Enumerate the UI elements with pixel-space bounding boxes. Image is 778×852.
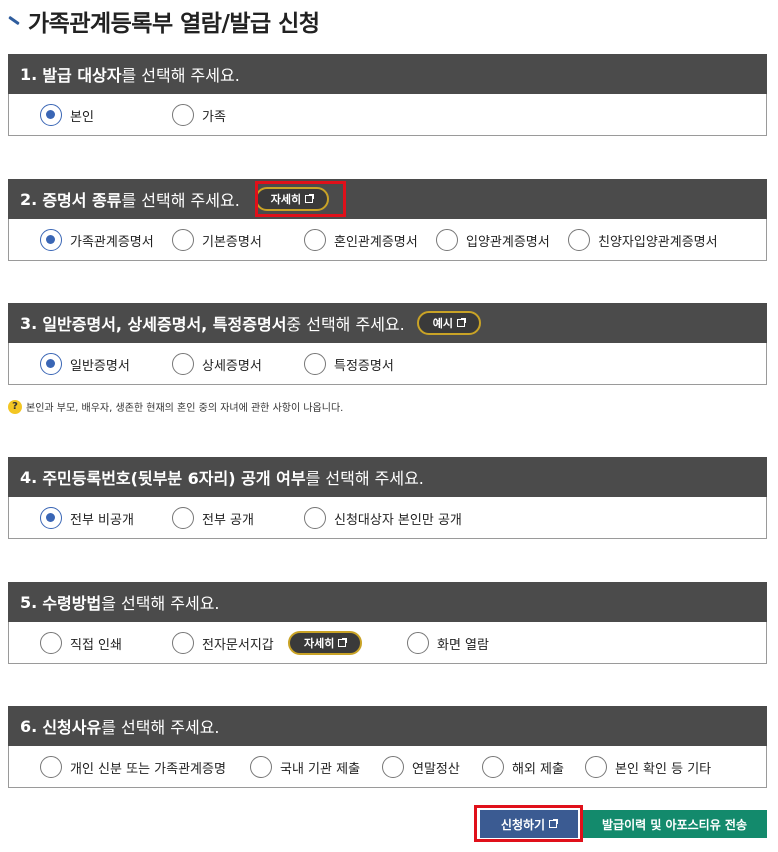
radio-unchecked-icon[interactable] bbox=[250, 756, 272, 778]
section-rrn-disclosure: 4. 주민등록번호(뒷부분 6자리) 공개 여부 를 선택해 주세요. 전부 비공… bbox=[8, 457, 767, 539]
external-link-icon bbox=[338, 638, 348, 647]
radio-checked-icon[interactable] bbox=[40, 507, 62, 529]
external-link-icon bbox=[456, 318, 466, 327]
detail-button[interactable]: 자세히 bbox=[288, 631, 363, 655]
title-bullet-icon bbox=[6, 13, 22, 29]
radio-unchecked-icon[interactable] bbox=[304, 229, 326, 251]
radio-unchecked-icon[interactable] bbox=[172, 229, 194, 251]
radio-general-cert[interactable]: 일반증명서 bbox=[40, 352, 130, 376]
radio-unchecked-icon[interactable] bbox=[172, 353, 194, 375]
radio-unchecked-icon[interactable] bbox=[585, 756, 607, 778]
external-link-icon bbox=[305, 194, 315, 203]
radio-marriage-cert[interactable]: 혼인관계증명서 bbox=[304, 228, 418, 252]
radio-unchecked-icon[interactable] bbox=[40, 632, 62, 654]
section-options: 본인 가족 bbox=[8, 94, 767, 136]
radio-unchecked-icon[interactable] bbox=[172, 632, 194, 654]
radio-family-cert[interactable]: 가족관계증명서 bbox=[40, 228, 154, 252]
radio-checked-icon[interactable] bbox=[40, 353, 62, 375]
radio-self[interactable]: 본인 bbox=[40, 103, 94, 127]
section-heading: 4. 주민등록번호(뒷부분 6자리) 공개 여부 를 선택해 주세요. bbox=[8, 457, 767, 497]
section-heading: 5. 수령방법 을 선택해 주세요. bbox=[8, 582, 767, 622]
radio-checked-icon[interactable] bbox=[40, 229, 62, 251]
section-options: 개인 신분 또는 가족관계증명 국내 기관 제출 연말정산 해외 제출 본인 확… bbox=[8, 746, 767, 788]
apply-button[interactable]: 신청하기 bbox=[480, 810, 578, 838]
page-title: 가족관계등록부 열람/발급 신청 bbox=[28, 11, 320, 37]
radio-year-end-tax[interactable]: 연말정산 bbox=[382, 755, 460, 779]
radio-overseas-submit[interactable]: 해외 제출 bbox=[482, 755, 564, 779]
radio-domestic-submit[interactable]: 국내 기관 제출 bbox=[250, 755, 360, 779]
radio-full-adoption-cert[interactable]: 친양자입양관계증명서 bbox=[568, 228, 718, 252]
radio-detailed-cert[interactable]: 상세증명서 bbox=[172, 352, 262, 376]
radio-basic-cert[interactable]: 기본증명서 bbox=[172, 228, 262, 252]
radio-unchecked-icon[interactable] bbox=[172, 507, 194, 529]
radio-unchecked-icon[interactable] bbox=[568, 229, 590, 251]
section-cert-type: 2. 증명서 종류 를 선택해 주세요. 자세히 가족관계증명서 기본증명서 혼인… bbox=[8, 179, 767, 261]
section-target: 1. 발급 대상자 를 선택해 주세요. 본인 가족 bbox=[8, 54, 767, 136]
radio-unchecked-icon[interactable] bbox=[172, 104, 194, 126]
radio-all-hidden[interactable]: 전부 비공개 bbox=[40, 506, 134, 530]
section-heading: 3. 일반증명서, 상세증명서, 특정증명서 중 선택해 주세요. 예시 bbox=[8, 303, 767, 343]
section-options: 가족관계증명서 기본증명서 혼인관계증명서 입양관계증명서 친양자입양관계증명서 bbox=[8, 219, 767, 261]
radio-unchecked-icon[interactable] bbox=[482, 756, 504, 778]
radio-other-reason[interactable]: 본인 확인 등 기타 bbox=[585, 755, 711, 779]
radio-e-wallet[interactable]: 전자문서지갑 bbox=[172, 631, 274, 655]
section-cert-detail: 3. 일반증명서, 상세증명서, 특정증명서 중 선택해 주세요. 예시 일반증… bbox=[8, 303, 767, 385]
radio-screen-view[interactable]: 화면 열람 bbox=[407, 631, 489, 655]
radio-unchecked-icon[interactable] bbox=[436, 229, 458, 251]
info-note: ? 본인과 부모, 배우자, 생존한 현재의 혼인 중의 자녀에 관한 사항이 … bbox=[8, 399, 343, 414]
question-icon: ? bbox=[8, 399, 22, 414]
section-heading: 6. 신청사유 를 선택해 주세요. bbox=[8, 706, 767, 746]
section-options: 직접 인쇄 전자문서지갑 자세히 화면 열람 bbox=[8, 622, 767, 664]
radio-unchecked-icon[interactable] bbox=[407, 632, 429, 654]
detail-button[interactable]: 자세히 bbox=[254, 187, 330, 211]
radio-adoption-cert[interactable]: 입양관계증명서 bbox=[436, 228, 550, 252]
radio-unchecked-icon[interactable] bbox=[304, 507, 326, 529]
section-heading: 2. 증명서 종류 를 선택해 주세요. 자세히 bbox=[8, 179, 767, 219]
radio-unchecked-icon[interactable] bbox=[382, 756, 404, 778]
page-header: 가족관계등록부 열람/발급 신청 bbox=[6, 2, 320, 40]
radio-personal-id[interactable]: 개인 신분 또는 가족관계증명 bbox=[40, 755, 226, 779]
radio-unchecked-icon[interactable] bbox=[304, 353, 326, 375]
radio-all-public[interactable]: 전부 공개 bbox=[172, 506, 254, 530]
radio-self-only-public[interactable]: 신청대상자 본인만 공개 bbox=[304, 506, 462, 530]
section-options: 전부 비공개 전부 공개 신청대상자 본인만 공개 bbox=[8, 497, 767, 539]
section-heading: 1. 발급 대상자 를 선택해 주세요. bbox=[8, 54, 767, 94]
history-apostille-button[interactable]: 발급이력 및 아포스티유 전송 bbox=[582, 810, 767, 838]
radio-specific-cert[interactable]: 특정증명서 bbox=[304, 352, 394, 376]
section-receipt-method: 5. 수령방법 을 선택해 주세요. 직접 인쇄 전자문서지갑 자세히 화면 열람 bbox=[8, 582, 767, 664]
section-options: 일반증명서 상세증명서 특정증명서 bbox=[8, 343, 767, 385]
radio-family[interactable]: 가족 bbox=[172, 103, 226, 127]
example-button[interactable]: 예시 bbox=[416, 311, 481, 335]
external-link-icon bbox=[549, 819, 559, 828]
radio-unchecked-icon[interactable] bbox=[40, 756, 62, 778]
radio-checked-icon[interactable] bbox=[40, 104, 62, 126]
section-reason: 6. 신청사유 를 선택해 주세요. 개인 신분 또는 가족관계증명 국내 기관 … bbox=[8, 706, 767, 788]
radio-print[interactable]: 직접 인쇄 bbox=[40, 631, 122, 655]
